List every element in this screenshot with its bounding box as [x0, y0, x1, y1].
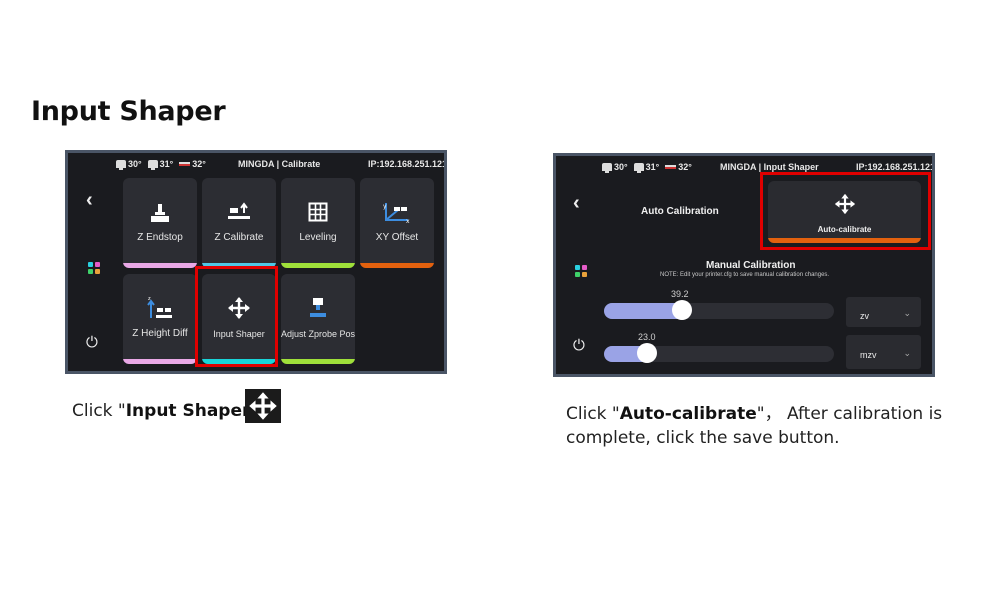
y-frequency-slider[interactable] — [604, 343, 834, 363]
zprobe-icon — [281, 296, 355, 320]
nozzle2-temp: 31° — [633, 162, 659, 173]
screen-title: MINGDA | Calibrate — [238, 159, 321, 169]
nozzle2-temp: 31° — [147, 159, 173, 170]
heatbed-icon — [179, 162, 191, 166]
move-arrows-icon — [245, 389, 281, 423]
z-endstop-icon — [123, 200, 197, 224]
input-shaper-highlight — [195, 266, 278, 367]
tile-z-height-diff[interactable]: z Z Height Diff — [123, 274, 197, 364]
back-icon[interactable]: ‹ — [573, 192, 580, 215]
power-icon[interactable]: ⏻ — [86, 334, 98, 351]
z-calibrate-icon — [202, 200, 276, 224]
svg-text:x: x — [406, 218, 410, 224]
xy-offset-icon: yx — [360, 200, 434, 224]
x-shaper-select[interactable]: zv ⌄ — [846, 297, 921, 327]
status-bar: 30° 31° 32° MINGDA | Calibrate IP:192.16… — [68, 153, 444, 175]
caption-bold-input-shaper: Input Shaper — [125, 401, 251, 421]
page-title: Input Shaper — [31, 96, 226, 127]
nozzle-icon — [116, 160, 126, 170]
tile-accent-bar — [281, 359, 355, 364]
auto-calibrate-highlight — [760, 172, 931, 250]
tile-label: Z Endstop — [137, 232, 183, 243]
tile-accent-bar — [281, 263, 355, 268]
temperature-readouts: 30° 31° 32° — [602, 162, 692, 173]
tile-adjust-zprobe-pos[interactable]: Adjust Zprobe Pos — [281, 274, 355, 364]
nozzle-icon — [602, 163, 612, 173]
tile-accent-bar — [360, 263, 434, 268]
heatbed-icon — [665, 165, 677, 169]
select-value: mzv — [860, 350, 877, 360]
nozzle1-temp: 30° — [116, 159, 142, 170]
grid-icon — [281, 200, 355, 224]
manual-calibration-title: Manual Calibration — [706, 260, 796, 271]
chevron-down-icon: ⌄ — [903, 348, 911, 358]
tile-z-calibrate[interactable]: Z Calibrate — [202, 178, 276, 268]
caption-line-2: complete, click the save button. — [566, 428, 840, 448]
tile-label: Adjust Zprobe Pos — [281, 329, 355, 339]
select-value: zv — [860, 311, 869, 321]
tile-accent-bar — [123, 359, 197, 364]
svg-text:z: z — [148, 296, 151, 302]
tile-z-endstop[interactable]: Z Endstop — [123, 178, 197, 268]
tile-xy-offset[interactable]: yx XY Offset — [360, 178, 434, 268]
tile-label: Z Height Diff — [132, 328, 188, 339]
x-frequency-slider[interactable] — [604, 300, 834, 320]
slider-knob[interactable] — [672, 300, 692, 320]
ip-address: IP:192.168.251.121 — [856, 162, 935, 172]
y-shaper-select[interactable]: mzv ⌄ — [846, 335, 921, 369]
tile-label: XY Offset — [375, 232, 419, 243]
nozzle1-temp: 30° — [602, 162, 628, 173]
z-height-diff-icon: z — [123, 296, 197, 320]
caption-auto-calibrate: Click "Auto-calibrate"， After calibratio… — [566, 402, 986, 450]
svg-text:y: y — [383, 203, 387, 210]
temperature-readouts: 30° 31° 32° — [116, 159, 206, 170]
bed-temp: 32° — [179, 159, 206, 169]
screen-title: MINGDA | Input Shaper — [720, 162, 819, 172]
tile-leveling[interactable]: Leveling — [281, 178, 355, 268]
bed-temp: 32° — [665, 162, 692, 172]
back-icon[interactable]: ‹ — [86, 189, 93, 212]
auto-calibration-title: Auto Calibration — [641, 206, 719, 217]
tile-label: Leveling — [299, 232, 337, 243]
caption-bold-auto-calibrate: Auto-calibrate — [619, 404, 757, 424]
power-icon[interactable]: ⏻ — [573, 337, 585, 354]
caption-input-shaper: Click "Input Shaper" — [72, 401, 258, 421]
manual-calibration-note: NOTE: Edit your printer.cfg to save manu… — [660, 272, 830, 278]
tile-label: Z Calibrate — [214, 232, 264, 243]
tile-accent-bar — [123, 263, 197, 268]
nozzle-icon — [633, 163, 644, 173]
nozzle-icon — [147, 160, 158, 170]
slider-value-y: 23.0 — [638, 332, 656, 342]
slider-fill — [604, 303, 682, 319]
ip-address: IP:192.168.251.121 — [368, 159, 447, 169]
caption-line-1: Click "Auto-calibrate"， After calibratio… — [566, 404, 943, 424]
apps-icon[interactable] — [88, 262, 100, 274]
slider-value-x: 39.2 — [671, 289, 689, 299]
chevron-down-icon: ⌄ — [903, 308, 911, 318]
apps-icon[interactable] — [575, 265, 587, 277]
slider-knob[interactable] — [637, 343, 657, 363]
